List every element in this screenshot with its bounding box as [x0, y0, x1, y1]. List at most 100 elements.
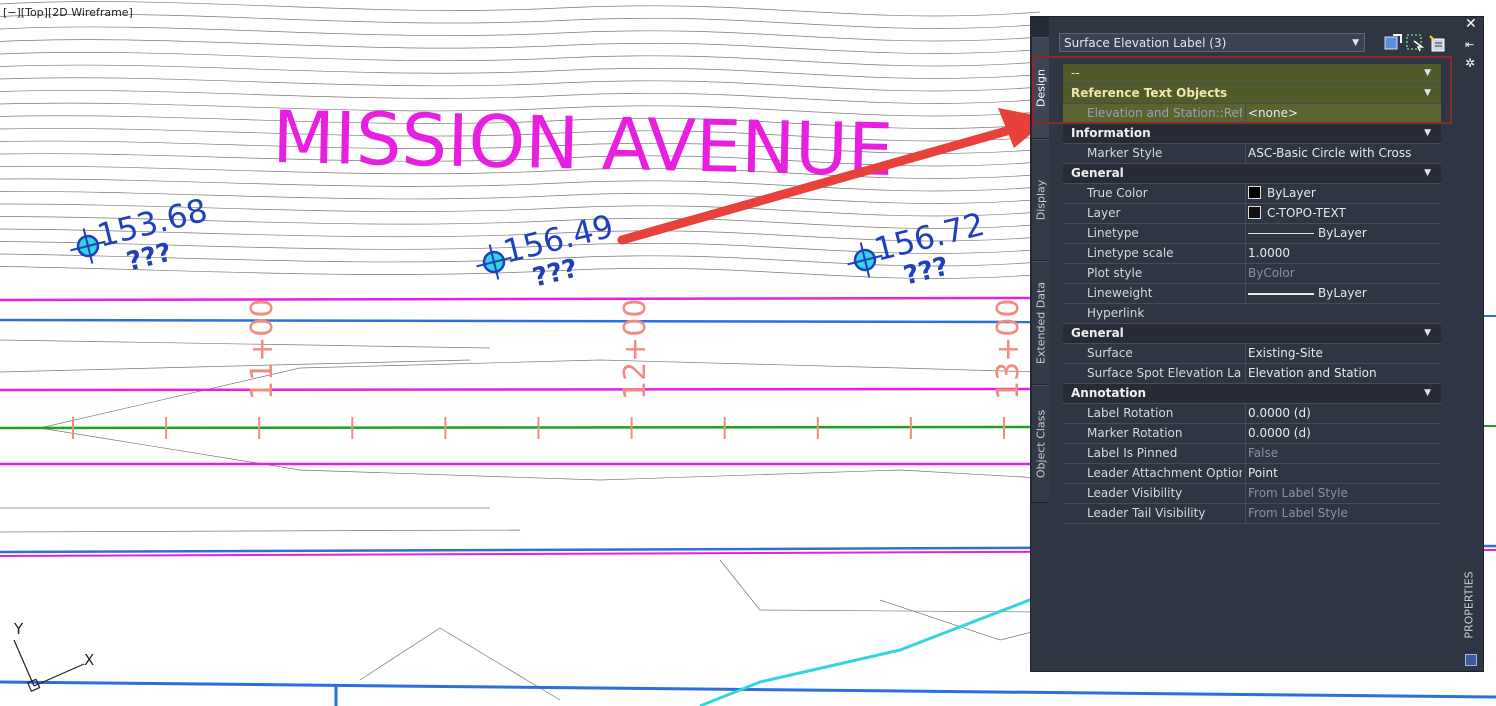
property-row[interactable]: Surface Existing-Site [1063, 344, 1441, 364]
property-row[interactable]: Leader Attachment Option Point [1063, 464, 1441, 484]
property-row[interactable]: Surface Spot Elevation Lab... Elevation … [1063, 364, 1441, 384]
palette-side-tabs: Design Display Extended Data Object Clas… [1031, 17, 1049, 503]
property-value: From Label Style [1245, 504, 1441, 523]
property-row[interactable]: Marker Style ASC-Basic Circle with Cross [1063, 144, 1441, 164]
palette-title-bar[interactable]: PROPERTIES [1458, 560, 1480, 650]
tab-extended-data[interactable]: Extended Data [1032, 261, 1049, 385]
layer-icon [1248, 206, 1261, 219]
lineweight-preview-icon [1248, 292, 1314, 295]
tab-object-class[interactable]: Object Class [1032, 385, 1049, 503]
property-row[interactable]: Label Rotation 0.0000 (d) [1063, 404, 1441, 424]
property-value: From Label Style [1245, 484, 1441, 503]
spot-elevation-label[interactable]: 156.72 ??? [841, 205, 995, 304]
station-label: 11+00 [245, 299, 280, 400]
property-name: Marker Style [1087, 146, 1163, 160]
property-name: Leader Attachment Option [1087, 466, 1242, 480]
property-value: 0.0000 (d) [1245, 404, 1441, 423]
property-value: ASC-Basic Circle with Cross [1245, 144, 1441, 163]
property-name: Linetype scale [1087, 246, 1174, 260]
property-name: Linetype [1087, 226, 1139, 240]
category-title: General [1071, 166, 1124, 180]
property-row[interactable]: Elevation and Station::Refe... <none> [1063, 104, 1441, 124]
properties-palette: Design Display Extended Data Object Clas… [1030, 16, 1484, 672]
palette-settings-icon[interactable]: ✲ [1465, 56, 1475, 70]
property-row[interactable]: Leader Visibility From Label Style [1063, 484, 1441, 504]
category-none[interactable]: -- ▼ [1063, 64, 1441, 84]
contour-line [0, 359, 471, 373]
property-value: C-TOPO-TEXT [1245, 204, 1441, 223]
viewport-controls-label[interactable]: [−][Top][2D Wireframe] [3, 6, 133, 19]
station-label: 12+00 [618, 299, 653, 400]
chevron-down-icon: ▼ [1424, 128, 1431, 138]
chevron-down-icon: ▼ [1424, 388, 1431, 398]
property-value: <none> [1245, 104, 1441, 123]
chevron-down-icon: ▼ [1352, 38, 1359, 48]
category-annotation[interactable]: Annotation ▼ [1063, 384, 1441, 404]
category-title: Reference Text Objects [1071, 86, 1228, 100]
category-title: Information [1071, 126, 1151, 140]
property-row[interactable]: Hyperlink [1063, 304, 1441, 324]
property-name: Elevation and Station::Refe... [1087, 106, 1242, 120]
property-value: 1.0000 [1245, 244, 1441, 263]
contour-line [719, 559, 1041, 613]
quick-select-icon[interactable] [1427, 33, 1447, 53]
contour-line [359, 627, 561, 701]
property-value: ByLayer [1245, 224, 1441, 243]
chevron-down-icon: ▼ [1424, 328, 1431, 338]
property-name: Surface Spot Elevation Lab... [1087, 366, 1242, 380]
linetype-preview-icon [1248, 233, 1314, 234]
chevron-down-icon: ▼ [1424, 88, 1431, 98]
close-icon[interactable]: ✕ [1465, 16, 1477, 32]
contour-line [0, 64, 1041, 79]
property-name: Hyperlink [1087, 306, 1145, 320]
property-row[interactable]: Label Is Pinned False [1063, 444, 1441, 464]
select-objects-icon[interactable] [1405, 33, 1425, 53]
category-general[interactable]: General ▼ [1063, 324, 1441, 344]
selection-dropdown[interactable]: Surface Elevation Label (3) ▼ [1059, 33, 1365, 52]
tab-display[interactable]: Display [1032, 139, 1049, 261]
category-information[interactable]: Information ▼ [1063, 124, 1441, 144]
property-row[interactable]: Linetype ByLayer [1063, 224, 1441, 244]
property-row[interactable]: Leader Tail Visibility From Label Style [1063, 504, 1441, 524]
property-name: Layer [1087, 206, 1121, 220]
selection-dropdown-value: Surface Elevation Label (3) [1064, 36, 1227, 50]
spot-elevation-label[interactable]: 153.68 ??? [64, 191, 218, 290]
contour-line [0, 52, 1041, 67]
category-title: Annotation [1071, 386, 1147, 400]
property-value: ByLayer [1245, 184, 1441, 203]
property-row[interactable]: Layer C-TOPO-TEXT [1063, 204, 1441, 224]
contour-line [0, 529, 521, 533]
property-value: ByLayer [1245, 284, 1441, 303]
property-value: ByColor [1245, 264, 1441, 283]
tab-design[interactable]: Design [1032, 37, 1049, 139]
property-name: Leader Tail Visibility [1087, 506, 1206, 520]
contour-line [39, 359, 1041, 429]
property-value: 0.0000 (d) [1245, 424, 1441, 443]
property-name: Label Rotation [1087, 406, 1174, 420]
property-row[interactable]: Lineweight ByLayer [1063, 284, 1441, 304]
auto-hide-icon[interactable]: ⇤ [1465, 38, 1474, 51]
palette-icon [1465, 654, 1477, 666]
street-name: MISSION AVENUE [272, 95, 894, 192]
property-name: Surface [1087, 346, 1133, 360]
property-grid: -- ▼ Reference Text Objects ▼ Elevation … [1063, 64, 1441, 524]
chevron-down-icon: ▼ [1424, 168, 1431, 178]
category-general[interactable]: General ▼ [1063, 164, 1441, 184]
contour-line [39, 427, 1041, 481]
contour-line [0, 77, 1041, 92]
contour-line [0, 1, 1041, 17]
chevron-down-icon: ▼ [1424, 68, 1431, 78]
property-row[interactable]: Linetype scale 1.0000 [1063, 244, 1441, 264]
property-row[interactable]: Plot style ByColor [1063, 264, 1441, 284]
property-value: Existing-Site [1245, 344, 1441, 363]
property-value: False [1245, 444, 1441, 463]
category-reference-text-objects[interactable]: Reference Text Objects ▼ [1063, 84, 1441, 104]
property-name: Plot style [1087, 266, 1143, 280]
station-label: 13+00 [991, 299, 1026, 400]
toggle-pickadd-icon[interactable] [1383, 33, 1403, 53]
ucs-x-label: X [84, 651, 94, 669]
property-name: Label Is Pinned [1087, 446, 1178, 460]
property-row[interactable]: Marker Rotation 0.0000 (d) [1063, 424, 1441, 444]
category-title: General [1071, 326, 1124, 340]
property-row[interactable]: True Color ByLayer [1063, 184, 1441, 204]
